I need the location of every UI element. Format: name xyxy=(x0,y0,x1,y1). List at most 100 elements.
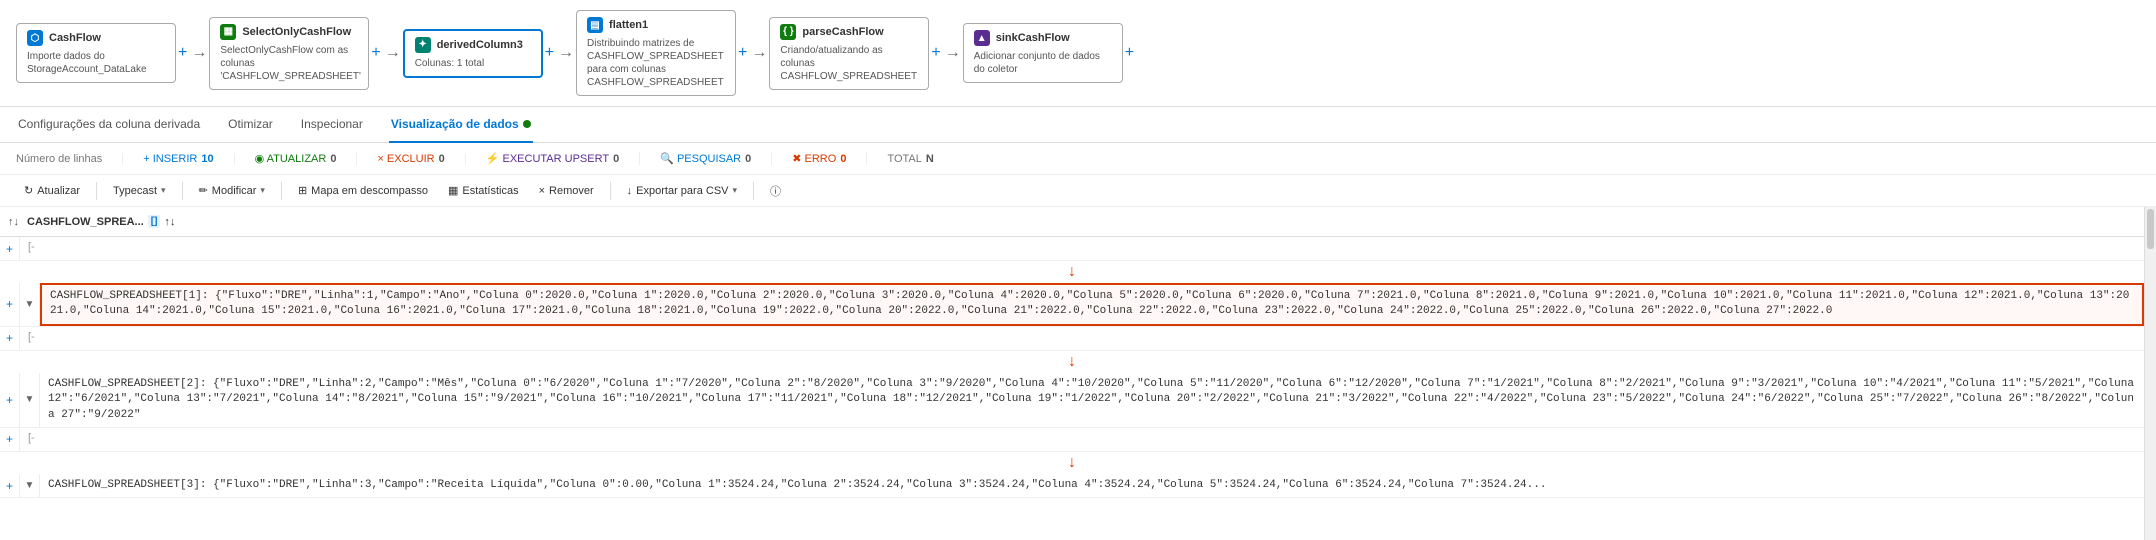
stat-search-value: 0 xyxy=(745,153,751,165)
cashflow-desc: Importe dados do StorageAccount_DataLake xyxy=(27,50,165,76)
stat-error-label: ✖ ERRO xyxy=(792,152,836,165)
stat-search-label: 🔍 PESQUISAR xyxy=(660,152,741,165)
node-header-derived: ✦ derivedColumn3 xyxy=(415,37,531,53)
stat-total-value: N xyxy=(926,153,934,165)
info-button[interactable]: ⓘ xyxy=(762,180,789,202)
row-add-indicator-5[interactable]: + xyxy=(0,428,20,451)
sort-icon[interactable]: ↑↓ xyxy=(8,216,19,228)
stat-total-label: TOTAL xyxy=(887,153,921,165)
stat-insert: + INSERIR 10 xyxy=(143,153,234,165)
pipeline-node-parse[interactable]: { } parseCashFlow Criando/atualizando as… xyxy=(769,17,929,90)
row-add-indicator-4[interactable]: + xyxy=(0,373,20,427)
stat-delete: × EXCLUIR 0 xyxy=(377,153,465,165)
export-button[interactable]: ↓ Exportar para CSV ▾ xyxy=(619,182,745,200)
row-content-2: CASHFLOW_SPREADSHEET[1]: {"Fluxo":"DRE",… xyxy=(40,283,2144,326)
remove-label: Remover xyxy=(549,185,594,197)
stat-search: 🔍 PESQUISAR 0 xyxy=(660,152,772,165)
parse-label: parseCashFlow xyxy=(802,26,883,38)
refresh-button[interactable]: ↻ Atualizar xyxy=(16,181,88,200)
tab-visualization[interactable]: Visualização de dados xyxy=(389,107,533,143)
node-box-derived[interactable]: ✦ derivedColumn3 Colunas: 1 total xyxy=(403,29,543,78)
toolbar-divider-1 xyxy=(96,182,97,200)
row-add-indicator-6[interactable]: + xyxy=(0,474,20,497)
refresh-label: Atualizar xyxy=(37,185,80,197)
sort-arrows[interactable]: ↑↓ xyxy=(164,216,175,228)
pipeline-node-cashflow[interactable]: ⬡ CashFlow Importe dados do StorageAccou… xyxy=(16,23,176,83)
toolbar-divider-4 xyxy=(610,182,611,200)
row-prefix-3: [- xyxy=(20,327,60,350)
stat-error: ✖ ERRO 0 xyxy=(792,152,867,165)
node-box-parse[interactable]: { } parseCashFlow Criando/atualizando as… xyxy=(769,17,929,90)
remove-button[interactable]: × Remover xyxy=(531,182,602,200)
main-content: ↑↓ CASHFLOW_SPREA... [] ↑↓ + [- ↓ + xyxy=(0,207,2156,540)
row-add-indicator-1[interactable]: + xyxy=(0,237,20,260)
node-header-sink: ▲ sinkCashFlow xyxy=(974,30,1112,46)
export-label: Exportar para CSV xyxy=(636,185,728,197)
derived-icon: ✦ xyxy=(415,37,431,53)
stat-error-value: 0 xyxy=(840,153,846,165)
tab-otimizar-label: Otimizar xyxy=(228,117,273,131)
selectonly-icon: ▦ xyxy=(220,24,236,40)
stat-rows-label: Número de linhas xyxy=(16,153,102,165)
row-expand-4[interactable]: ▼ xyxy=(20,373,40,427)
cashflow-icon: ⬡ xyxy=(27,30,43,46)
row-add-indicator-3[interactable]: + xyxy=(0,327,20,350)
typecast-dropdown-arrow: ▾ xyxy=(161,185,166,196)
column-type-icon: [] xyxy=(148,215,161,228)
tab-config-label: Configurações da coluna derivada xyxy=(18,117,200,131)
plus-after-derived[interactable]: + xyxy=(545,44,554,62)
flatten-desc: Distribuindo matrizes de CASHFLOW_SPREAD… xyxy=(587,37,725,89)
arrow-5: → xyxy=(945,44,961,62)
selectonly-label: SelectOnlyCashFlow xyxy=(242,26,351,38)
row-content-6: CASHFLOW_SPREADSHEET[3]: {"Fluxo":"DRE",… xyxy=(40,474,2144,497)
node-box-sink[interactable]: ▲ sinkCashFlow Adicionar conjunto de dad… xyxy=(963,23,1123,83)
stat-total: TOTAL N xyxy=(887,153,953,165)
plus-after-flatten[interactable]: + xyxy=(738,44,747,62)
pipeline-node-selectonly[interactable]: ▦ SelectOnlyCashFlow SelectOnlyCashFlow … xyxy=(209,17,369,90)
toolbar-divider-2 xyxy=(182,182,183,200)
typecast-label: Typecast xyxy=(113,185,157,197)
modify-button[interactable]: ✏ Modificar ▾ xyxy=(191,181,273,200)
info-icon: ⓘ xyxy=(770,183,781,199)
stat-rows: Número de linhas xyxy=(16,153,123,165)
derived-label: derivedColumn3 xyxy=(437,39,523,51)
row-expand-6[interactable]: ▼ xyxy=(20,474,40,497)
node-header-parse: { } parseCashFlow xyxy=(780,24,918,40)
stats-bar: Número de linhas + INSERIR 10 ◉ ATUALIZA… xyxy=(0,143,2156,175)
pipeline-node-derived[interactable]: ✦ derivedColumn3 Colunas: 1 total xyxy=(403,29,543,78)
node-header-selectonly: ▦ SelectOnlyCashFlow xyxy=(220,24,358,40)
stat-update-value: 0 xyxy=(330,153,336,165)
arrow-2: → xyxy=(385,44,401,62)
map-label: Mapa em descompasso xyxy=(311,185,428,197)
tab-config[interactable]: Configurações da coluna derivada xyxy=(16,107,202,143)
sink-icon: ▲ xyxy=(974,30,990,46)
pipeline-node-sink[interactable]: ▲ sinkCashFlow Adicionar conjunto de dad… xyxy=(963,23,1123,83)
pipeline-node-flatten[interactable]: ▤ flatten1 Distribuindo matrizes de CASH… xyxy=(576,10,736,96)
typecast-button[interactable]: Typecast ▾ xyxy=(105,182,174,200)
row-expand-2[interactable]: ▼ xyxy=(20,283,40,326)
node-box-cashflow[interactable]: ⬡ CashFlow Importe dados do StorageAccou… xyxy=(16,23,176,83)
map-button[interactable]: ⊞ Mapa em descompasso xyxy=(290,181,436,200)
scrollbar-thumb[interactable] xyxy=(2147,209,2154,249)
stat-upsert-label: ⚡ EXECUTAR UPSERT xyxy=(486,152,609,165)
toolbar-divider-5 xyxy=(753,182,754,200)
plus-after-cashflow[interactable]: + xyxy=(178,44,187,62)
tab-inspecionar[interactable]: Inspecionar xyxy=(299,107,365,143)
plus-after-selectonly[interactable]: + xyxy=(371,44,380,62)
node-box-flatten[interactable]: ▤ flatten1 Distribuindo matrizes de CASH… xyxy=(576,10,736,96)
stats-button[interactable]: ▦ Estatísticas xyxy=(440,181,527,200)
tab-otimizar[interactable]: Otimizar xyxy=(226,107,275,143)
row-prefix-1: [- xyxy=(20,237,60,260)
cashflow-label: CashFlow xyxy=(49,32,101,44)
remove-icon: × xyxy=(539,185,545,197)
export-dropdown-arrow: ▾ xyxy=(733,185,738,196)
scrollbar[interactable] xyxy=(2144,207,2156,540)
plus-after-sink[interactable]: + xyxy=(1125,44,1134,62)
derived-desc: Colunas: 1 total xyxy=(415,57,531,70)
red-arrow-down-2: ↓ xyxy=(0,351,2144,373)
plus-after-parse[interactable]: + xyxy=(931,44,940,62)
row-add-indicator-2[interactable]: + xyxy=(0,283,20,326)
tab-inspecionar-label: Inspecionar xyxy=(301,117,363,131)
node-box-selectonly[interactable]: ▦ SelectOnlyCashFlow SelectOnlyCashFlow … xyxy=(209,17,369,90)
stat-upsert-value: 0 xyxy=(613,153,619,165)
